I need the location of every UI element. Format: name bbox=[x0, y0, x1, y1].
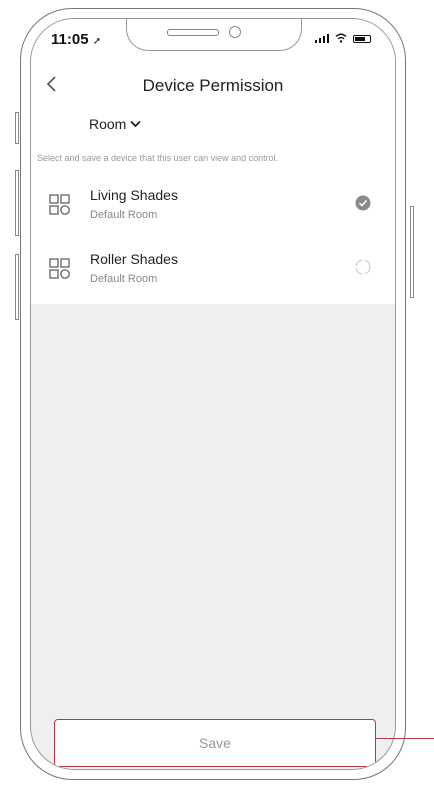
device-room: Default Room bbox=[90, 273, 158, 285]
device-row-roller-shades[interactable]: Roller Shades Default Room bbox=[31, 246, 395, 294]
speaker-grille bbox=[167, 29, 219, 36]
wifi-icon bbox=[335, 33, 347, 43]
volume-up-button bbox=[15, 170, 19, 236]
location-arrow-icon: ➚ bbox=[92, 36, 102, 47]
device-row-living-shades[interactable]: Living Shades Default Room bbox=[31, 182, 395, 230]
mute-switch bbox=[15, 112, 19, 144]
status-time-text: 11:05 bbox=[51, 31, 89, 48]
device-grid-icon bbox=[49, 194, 70, 215]
device-room: Default Room bbox=[90, 209, 158, 221]
status-time: 11:05 ➚ bbox=[51, 31, 101, 48]
save-button[interactable]: Save bbox=[54, 719, 376, 767]
chevron-down-icon bbox=[130, 120, 141, 128]
page-title: Device Permission bbox=[142, 76, 284, 95]
device-name: Living Shades bbox=[90, 187, 178, 203]
phone-screen: 11:05 ➚ Device Permission Room Select an… bbox=[30, 18, 396, 770]
checked-circle-icon[interactable] bbox=[355, 195, 371, 211]
status-icons bbox=[314, 33, 371, 43]
device-grid-icon bbox=[49, 258, 70, 279]
room-filter-label: Room bbox=[89, 116, 127, 132]
battery-icon bbox=[353, 35, 371, 43]
camera-icon bbox=[229, 26, 241, 38]
unchecked-circle-icon[interactable] bbox=[355, 259, 371, 275]
volume-down-button bbox=[15, 254, 19, 320]
notch bbox=[126, 19, 302, 51]
room-filter-dropdown[interactable]: Room bbox=[89, 116, 141, 132]
power-button bbox=[410, 206, 414, 298]
instruction-text: Select and save a device that this user … bbox=[37, 153, 279, 163]
device-name: Roller Shades bbox=[90, 251, 178, 267]
cellular-signal-icon bbox=[314, 34, 329, 43]
callout-line bbox=[376, 738, 434, 739]
